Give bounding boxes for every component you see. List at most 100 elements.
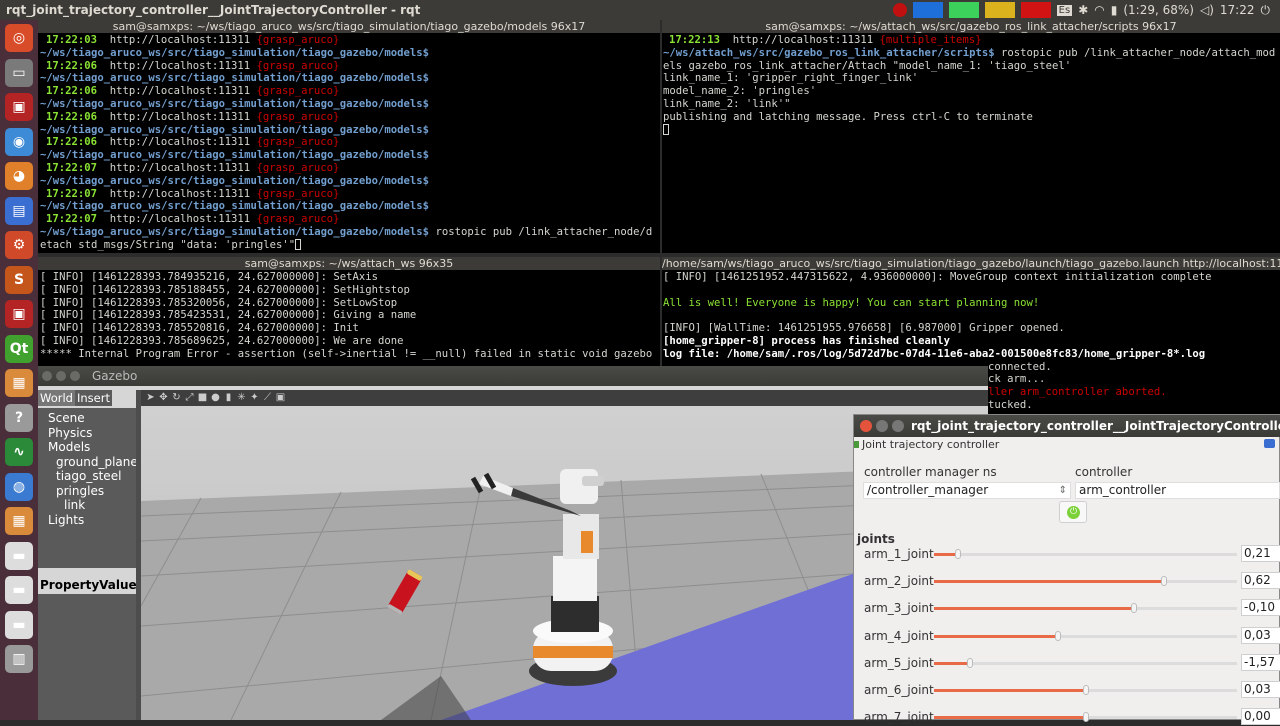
bluetooth-icon[interactable]: ✱ xyxy=(1078,3,1088,17)
move-icon[interactable]: ✥ xyxy=(158,392,169,403)
clock[interactable]: 17:22 xyxy=(1220,3,1255,17)
joint-slider[interactable] xyxy=(934,685,1237,695)
drive3-icon[interactable]: ▬ xyxy=(5,610,33,639)
controller-select[interactable]: arm_controller xyxy=(1075,482,1280,499)
battery-status[interactable]: (1:29, 68%) xyxy=(1123,3,1194,17)
cylinder-icon[interactable]: ▮ xyxy=(223,392,234,403)
dock-help-icon[interactable] xyxy=(1264,439,1275,448)
joint-value-spinbox[interactable]: 0,03 xyxy=(1241,626,1280,644)
joint-slider[interactable] xyxy=(934,576,1237,587)
qt-icon[interactable]: Qt xyxy=(5,334,33,363)
terminal-prompt: ~/ws/tiago_aruco_ws/src/tiago_simulation… xyxy=(40,46,430,59)
screenshot-icon[interactable]: ▣ xyxy=(275,392,286,403)
net-monitor-icon[interactable] xyxy=(984,2,1015,18)
rotate-icon[interactable]: ↻ xyxy=(171,392,182,403)
joint-value-spinbox[interactable]: 0,62 xyxy=(1241,572,1280,590)
writer-icon[interactable]: ▤ xyxy=(5,196,33,225)
wifi-icon[interactable]: ◠ xyxy=(1094,3,1104,17)
sublime-icon[interactable]: S xyxy=(5,265,33,294)
spot-icon[interactable]: ✦ xyxy=(249,392,260,403)
box-icon[interactable]: ▦ xyxy=(5,369,33,397)
tree-item-model[interactable]: ground_plane xyxy=(56,455,138,469)
tree-item-physics[interactable]: Physics xyxy=(48,426,92,440)
terminal-tr-path: ~/ws/attach_ws/src/gazebo_ros_link_attac… xyxy=(663,46,995,59)
joint-slider-fill xyxy=(934,716,1086,720)
joint-slider-handle[interactable] xyxy=(955,549,961,559)
record-icon[interactable] xyxy=(892,3,907,17)
firefox-icon[interactable]: ◕ xyxy=(5,162,33,190)
globe-icon[interactable]: ◍ xyxy=(5,472,33,501)
tab-world[interactable]: World xyxy=(38,390,75,406)
battery-icon[interactable]: ▮ xyxy=(1111,3,1118,17)
terminal-tr[interactable]: 17:22:13 http://localhost:11311 {multipl… xyxy=(662,33,1280,253)
terminal-icon[interactable]: ▣ xyxy=(5,93,33,121)
terminal-br-line: log file: /home/sam/.ros/log/5d72d7bc-07… xyxy=(663,347,1206,360)
arrow-icon[interactable]: ➤ xyxy=(145,392,156,403)
close-icon[interactable] xyxy=(42,371,52,381)
gazebo-window: Gazebo World Insert Scene Physics Models… xyxy=(38,366,988,720)
joint-slider[interactable] xyxy=(934,630,1237,641)
dir-light-icon[interactable]: ⟋ xyxy=(262,392,273,403)
keyboard-indicator[interactable]: Es xyxy=(1056,4,1073,16)
tree-item-models[interactable]: Models xyxy=(48,440,90,454)
terminal-tr-cmd: rostopic pub /link_attacher_node/attach_… xyxy=(994,46,1276,59)
joint-slider-handle[interactable] xyxy=(1055,630,1061,641)
joint-slider-handle[interactable] xyxy=(1083,712,1089,723)
terminal-bl-line: ***** Internal Program Error - assertion… xyxy=(40,347,653,360)
joint-value-spinbox[interactable]: -0,10 xyxy=(1241,599,1280,617)
joint-slider-fill xyxy=(934,607,1134,611)
joint-row: arm_7_joint 0,00 xyxy=(854,708,1280,726)
settings-icon[interactable]: ⚙ xyxy=(5,231,33,259)
files-icon[interactable]: ▭ xyxy=(5,58,33,87)
joint-value-spinbox[interactable]: 0,00 xyxy=(1241,708,1280,726)
sphere-icon[interactable]: ● xyxy=(210,392,221,403)
maximize-icon[interactable] xyxy=(892,420,904,432)
joint-value-spinbox[interactable]: 0,21 xyxy=(1241,545,1280,562)
joint-slider-handle[interactable] xyxy=(1083,685,1089,695)
tab-insert[interactable]: Insert xyxy=(74,390,112,406)
volume-icon[interactable]: ◁) xyxy=(1200,3,1214,17)
load-monitor-icon[interactable] xyxy=(1020,2,1051,18)
cpu-monitor-icon[interactable] xyxy=(912,2,943,18)
joint-slider[interactable] xyxy=(934,657,1237,668)
close-icon[interactable] xyxy=(860,420,872,432)
terminal2-icon[interactable]: ▣ xyxy=(5,300,33,328)
terminal-tl[interactable]: 17:22:03 http://localhost:11311 {grasp_a… xyxy=(38,33,660,253)
tree-item-scene[interactable]: Scene xyxy=(48,411,85,425)
joint-slider[interactable] xyxy=(934,712,1237,723)
box-icon[interactable]: ■ xyxy=(197,392,208,403)
enable-controller-button[interactable]: ⏻ xyxy=(1059,501,1087,523)
scale-icon[interactable]: ⤢ xyxy=(184,392,195,403)
maximize-icon[interactable] xyxy=(70,371,80,381)
help-icon[interactable]: ? xyxy=(5,403,33,432)
drive2-icon[interactable]: ▬ xyxy=(5,576,33,604)
terminal-tr-tag: {multiple_items} xyxy=(879,34,982,46)
terminal-bl[interactable]: [ INFO] [1461228393.784935216, 24.627000… xyxy=(38,270,660,366)
joint-value-spinbox[interactable]: 0,03 xyxy=(1241,681,1280,698)
mem-monitor-icon[interactable] xyxy=(948,2,979,18)
minimize-icon[interactable] xyxy=(876,420,888,432)
tree-item-model[interactable]: tiago_steel xyxy=(56,469,121,483)
terminal-bl-line: [ INFO] [1461228393.785188455, 24.627000… xyxy=(40,283,410,296)
power-icon[interactable]: ⏻ xyxy=(1261,3,1271,18)
ubuntu-icon[interactable]: ◎ xyxy=(5,24,33,52)
trash-icon[interactable]: ▥ xyxy=(5,645,33,673)
sun-icon[interactable]: ✳ xyxy=(236,392,247,403)
tree-item-lights[interactable]: Lights xyxy=(48,513,84,527)
drive-icon[interactable]: ▬ xyxy=(5,541,33,570)
chrome-icon[interactable]: ◉ xyxy=(5,127,33,156)
monitor-icon[interactable]: ∿ xyxy=(5,438,33,466)
joint-slider-handle[interactable] xyxy=(1161,576,1167,587)
minimize-icon[interactable] xyxy=(56,371,66,381)
joint-slider-handle[interactable] xyxy=(1131,603,1137,614)
terminal-tr-url: http://localhost:11311 xyxy=(732,34,874,46)
box2-icon[interactable]: ▦ xyxy=(5,507,33,535)
controller-manager-select[interactable]: /controller_manager ⇕ xyxy=(863,482,1071,499)
joint-value-spinbox[interactable]: -1,57 xyxy=(1241,653,1280,671)
joint-slider[interactable] xyxy=(934,549,1237,559)
terminal-time: 17:22:06 xyxy=(46,85,98,98)
joint-slider-handle[interactable] xyxy=(967,657,973,668)
joint-slider[interactable] xyxy=(934,603,1237,614)
tree-item-model[interactable]: pringles xyxy=(56,484,104,498)
tree-item-link[interactable]: link xyxy=(64,498,85,512)
